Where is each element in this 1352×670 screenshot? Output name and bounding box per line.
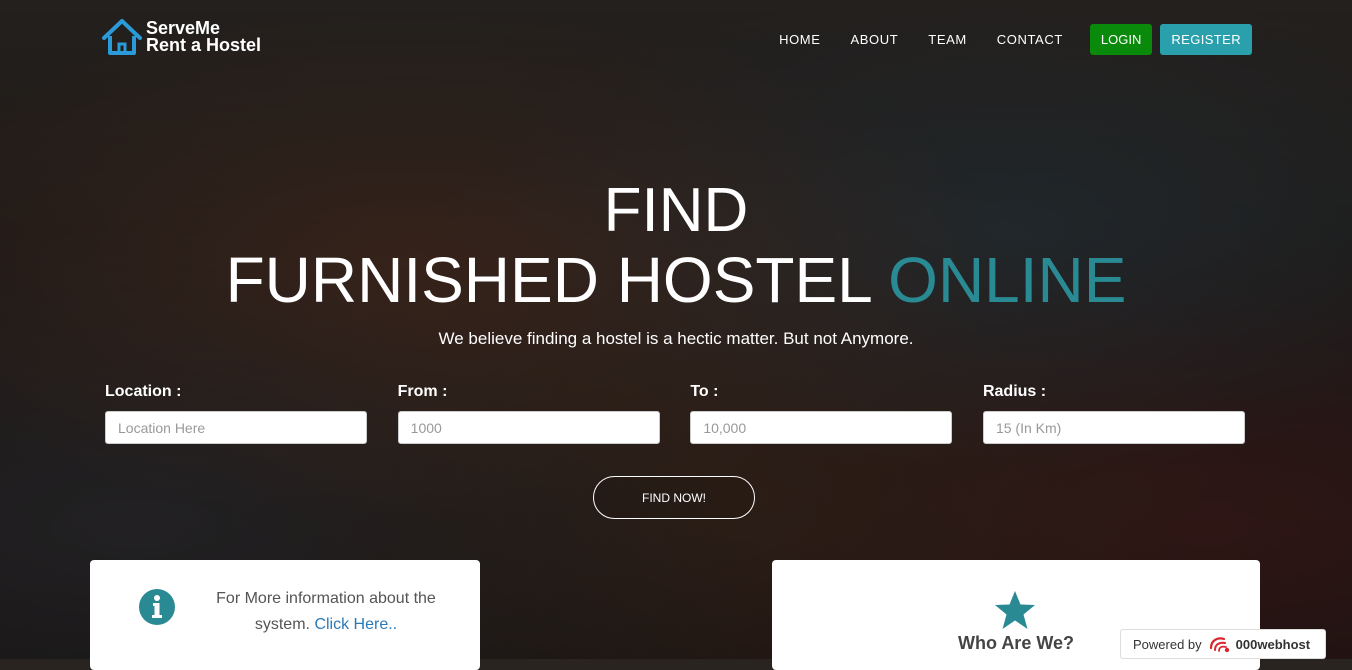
info-click-here-link[interactable]: Click Here.. xyxy=(314,616,397,633)
from-field-group: From : xyxy=(397,383,660,444)
radius-input[interactable] xyxy=(982,411,1245,444)
powered-by-badge[interactable]: Powered by 000webhost xyxy=(1120,629,1326,659)
house-icon xyxy=(102,19,142,55)
powered-by-brand-name: 000webhost xyxy=(1235,636,1311,652)
headline-line-1: FIND xyxy=(603,176,749,245)
to-label: To : xyxy=(690,383,719,400)
login-button[interactable]: LOGIN xyxy=(1089,24,1153,55)
main-nav: HOME ABOUT TEAM CONTACT LOGIN REGISTER xyxy=(779,24,1252,55)
location-label: Location : xyxy=(105,383,182,400)
nav-contact-link[interactable]: CONTACT xyxy=(997,32,1063,47)
powered-by-label: Powered by xyxy=(1133,636,1202,652)
info-card: For More information about the system. C… xyxy=(90,560,480,670)
to-price-input[interactable] xyxy=(690,411,953,444)
hero-tagline: We believe finding a hostel is a hectic … xyxy=(438,329,914,348)
to-field-group: To : xyxy=(690,383,953,444)
brand-line-2: Rent a Hostel xyxy=(146,35,262,55)
from-label: From : xyxy=(397,383,448,400)
info-card-text: For More information about the system. C… xyxy=(208,586,444,638)
search-form: Location : From : To : Radius : xyxy=(105,383,1245,444)
location-field-group: Location : xyxy=(105,383,367,444)
hero-headline: FIND FURNISHED HOSTEL ONLINE xyxy=(0,176,1352,317)
register-button[interactable]: REGISTER xyxy=(1160,24,1252,55)
nav-about-link[interactable]: ABOUT xyxy=(850,32,898,47)
brand-logo[interactable]: ServeMe Rent a Hostel xyxy=(100,16,261,58)
from-price-input[interactable] xyxy=(397,411,660,444)
headline-main-text: FURNISHED HOSTEL xyxy=(225,244,871,316)
nav-home-link[interactable]: HOME xyxy=(779,32,820,47)
headline-accent-text: ONLINE xyxy=(888,244,1127,316)
star-icon xyxy=(995,591,1035,629)
powered-by-brand: 000webhost xyxy=(1208,634,1310,654)
nav-team-link[interactable]: TEAM xyxy=(928,32,967,47)
000webhost-logo-icon xyxy=(1209,637,1229,653)
brand-name: ServeMe Rent a Hostel xyxy=(146,19,262,55)
find-now-button[interactable]: FIND NOW! xyxy=(593,476,755,519)
radius-field-group: Radius : xyxy=(982,383,1245,444)
info-circle-icon xyxy=(139,589,175,625)
headline-line-2: FURNISHED HOSTEL ONLINE xyxy=(0,244,1352,316)
radius-label: Radius : xyxy=(982,383,1047,400)
location-input[interactable] xyxy=(105,411,367,444)
